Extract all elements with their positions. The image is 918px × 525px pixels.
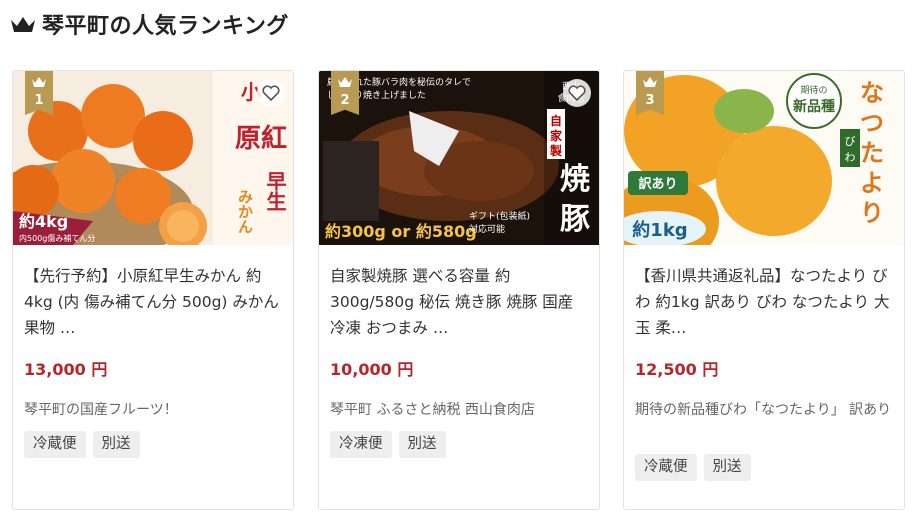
svg-text:早生: 早生 <box>263 171 287 211</box>
svg-text:みかん: みかん <box>236 189 254 234</box>
tag-list: 冷蔵便 別送 <box>24 431 140 458</box>
rank-badge: 1 <box>25 71 53 115</box>
heart-icon <box>262 85 280 101</box>
product-name[interactable]: 自家製焼豚 選べる容量 約300g/580g 秘伝 焼き豚 焼豚 国産 冷凍 お… <box>330 263 592 341</box>
svg-text:つ: つ <box>860 108 884 137</box>
svg-text:家: 家 <box>550 128 563 143</box>
product-card-1[interactable]: 小 原紅 早生 みかん 約4kg 内500g傷み補てん分 1 【先行予約】小原紅… <box>12 70 294 510</box>
crown-icon <box>643 77 657 87</box>
product-image-2[interactable]: 西山 食肉店 自 家 製 焼 豚 厳選された豚バラ肉を秘伝のタレで じっくり焼き… <box>319 71 599 245</box>
svg-text:新品種: 新品種 <box>793 98 835 115</box>
heart-icon <box>568 85 586 101</box>
tag-list: 冷蔵便 別送 <box>635 454 751 481</box>
svg-text:対応可能: 対応可能 <box>469 223 505 235</box>
crown-icon <box>11 17 35 32</box>
ranking-header: 琴平町の人気ランキング <box>10 8 289 40</box>
svg-text:約1kg: 約1kg <box>632 219 687 241</box>
product-card-3[interactable]: 期待の 新品種 な つ た よ り び わ 訳あり 約1kg 3 【香川県共通返… <box>623 70 905 510</box>
product-shop: 期待の新品種びわ「なつたより」 訳あり <box>635 402 892 418</box>
svg-text:よ: よ <box>860 168 884 197</box>
svg-text:原紅: 原紅 <box>235 124 287 154</box>
product-price: 12,500 円 <box>635 360 719 379</box>
crown-icon <box>338 77 352 87</box>
product-shop: 琴平町の国産フルーツ！ <box>24 402 178 418</box>
tag-shipping: 別送 <box>398 431 446 458</box>
rank-badge: 2 <box>331 71 359 115</box>
tag-shipping: 別送 <box>92 431 140 458</box>
product-price: 13,000 円 <box>24 360 108 379</box>
svg-text:期待の: 期待の <box>800 84 827 96</box>
product-image-1[interactable]: 小 原紅 早生 みかん 約4kg 内500g傷み補てん分 1 <box>13 71 293 245</box>
svg-text:製: 製 <box>549 143 563 158</box>
tag-list: 冷凍便 別送 <box>330 431 446 458</box>
product-name[interactable]: 【香川県共通返礼品】なつたより びわ 約1kg 訳あり びわ なつたより 大玉 … <box>635 263 897 341</box>
product-image-3[interactable]: 期待の 新品種 な つ た よ り び わ 訳あり 約1kg 3 <box>624 71 904 245</box>
svg-text:り: り <box>860 198 884 227</box>
svg-text:わ: わ <box>845 151 856 164</box>
product-price: 10,000 円 <box>330 360 414 379</box>
tag-delivery: 冷蔵便 <box>24 431 86 458</box>
crown-icon <box>32 77 46 87</box>
svg-text:豚: 豚 <box>560 202 590 237</box>
tag-delivery: 冷蔵便 <box>635 454 697 481</box>
product-shop: 琴平町 ふるさと納税 西山食肉店 <box>330 402 535 418</box>
svg-text:焼: 焼 <box>560 162 590 197</box>
ranking-title: 琴平町の人気ランキング <box>42 14 289 39</box>
svg-text:約4kg: 約4kg <box>19 212 68 231</box>
svg-text:な: な <box>860 78 884 107</box>
svg-text:た: た <box>860 138 884 167</box>
svg-text:内500g傷み補てん分: 内500g傷み補てん分 <box>19 233 95 243</box>
svg-text:自: 自 <box>550 113 562 128</box>
favorite-heart-button[interactable] <box>257 79 285 107</box>
product-name[interactable]: 【先行予約】小原紅早生みかん 約4kg (内 傷み補てん分 500g) みかん … <box>24 263 286 341</box>
favorite-heart-button[interactable] <box>563 79 591 107</box>
svg-text:ギフト(包装紙): ギフト(包装紙) <box>469 210 530 222</box>
svg-text:約300g or 約580g: 約300g or 約580g <box>325 222 477 241</box>
tag-shipping: 別送 <box>703 454 751 481</box>
svg-text:び: び <box>845 135 856 148</box>
product-card-2[interactable]: 西山 食肉店 自 家 製 焼 豚 厳選された豚バラ肉を秘伝のタレで じっくり焼き… <box>318 70 600 510</box>
tag-delivery: 冷凍便 <box>330 431 392 458</box>
rank-badge: 3 <box>636 71 664 115</box>
svg-text:訳あり: 訳あり <box>638 176 677 192</box>
